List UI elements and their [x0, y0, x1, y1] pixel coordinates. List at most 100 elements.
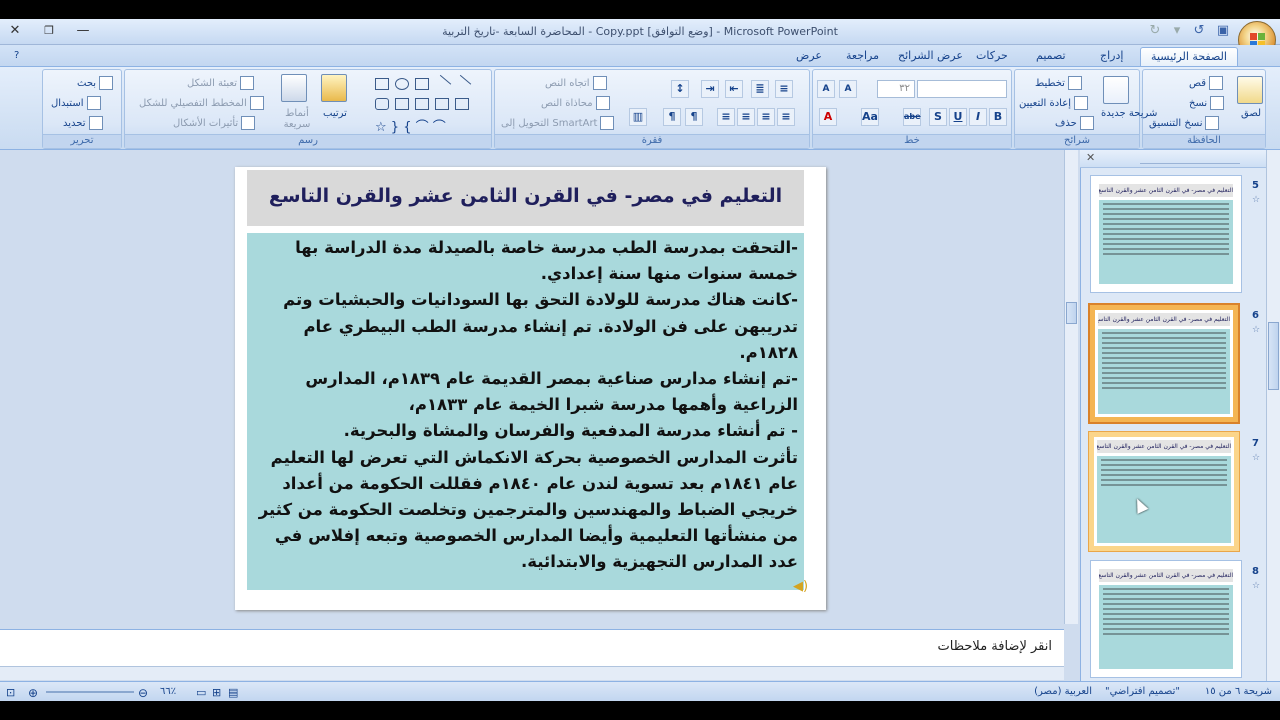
- change-case-icon[interactable]: Aa: [861, 108, 879, 126]
- normal-view-icon[interactable]: ▤: [228, 686, 238, 699]
- shape-arrow-icon[interactable]: [452, 74, 472, 94]
- tab-home[interactable]: الصفحة الرئيسية: [1140, 47, 1238, 67]
- align-right-icon[interactable]: ≡: [777, 108, 795, 126]
- panel-tab-outline[interactable]: [1140, 155, 1240, 164]
- scroll-thumb[interactable]: [1066, 302, 1077, 324]
- notes-pane[interactable]: انقر لإضافة ملاحظات: [0, 629, 1064, 666]
- shrink-font-icon[interactable]: A: [839, 80, 857, 98]
- fit-to-window-icon[interactable]: ⊡: [6, 686, 15, 699]
- copy-label: نسخ: [1189, 98, 1208, 109]
- paste-button[interactable]: لصق: [1241, 108, 1261, 119]
- align-text-button[interactable]: محاذاة النص: [541, 96, 610, 110]
- close-panel-icon[interactable]: ✕: [1086, 151, 1095, 164]
- italic-button[interactable]: I: [969, 108, 987, 126]
- tab-view[interactable]: عرض: [786, 47, 832, 67]
- cut-label: قص: [1189, 78, 1207, 89]
- select-button[interactable]: تحديد: [63, 116, 103, 130]
- copy-button[interactable]: نسخ: [1189, 96, 1225, 110]
- undo-more-icon[interactable]: ▾: [1166, 21, 1188, 41]
- convert-smartart-button[interactable]: التحويل إلى SmartArt: [501, 116, 615, 130]
- shape-effects-button[interactable]: تأثيرات الأشكال: [173, 116, 256, 130]
- numbering-icon[interactable]: ≣: [751, 80, 769, 98]
- arrange-icon[interactable]: [321, 74, 347, 102]
- slide-body-textbox[interactable]: -التحقت بمدرسة الطب مدرسة خاصة بالصيدلة …: [247, 233, 804, 590]
- slide-thumbnail-7[interactable]: التعليم في مصر- في القرن الثامن عشر والق…: [1088, 431, 1240, 552]
- thumbnail-number: 7: [1252, 438, 1259, 449]
- shape-line-icon[interactable]: [432, 74, 452, 94]
- find-label: بحث: [77, 78, 97, 89]
- bullets-icon[interactable]: ≡: [775, 80, 793, 98]
- align-left-icon[interactable]: ≡: [737, 108, 755, 126]
- shape-oval-icon[interactable]: [395, 78, 409, 90]
- columns-icon[interactable]: ▥: [629, 108, 647, 126]
- text-direction-button[interactable]: اتجاه النص: [545, 76, 607, 90]
- help-icon[interactable]: ?: [4, 47, 29, 67]
- tab-review[interactable]: مراجعة: [836, 47, 889, 67]
- bold-button[interactable]: B: [989, 108, 1007, 126]
- shape-down-arrow-icon[interactable]: [395, 98, 409, 110]
- new-slide-icon[interactable]: [1103, 76, 1129, 104]
- font-color-icon[interactable]: A: [819, 108, 837, 126]
- tab-design[interactable]: تصميم: [1026, 47, 1076, 67]
- slide-thumbnail-5[interactable]: التعليم في مصر- في القرن الثامن عشر والق…: [1090, 175, 1242, 293]
- zoom-slider[interactable]: [46, 691, 134, 693]
- language-indicator[interactable]: العربية (مصر): [1034, 686, 1092, 697]
- decrease-indent-icon[interactable]: ⇤: [725, 80, 743, 98]
- arrange-button[interactable]: ترتيب: [323, 108, 347, 119]
- delete-slide-button[interactable]: حذف: [1055, 116, 1094, 130]
- shadow-button[interactable]: S: [929, 108, 947, 126]
- slide-vertical-scrollbar[interactable]: [1064, 150, 1078, 624]
- justify-icon[interactable]: ≡: [717, 108, 735, 126]
- shape-outline-button[interactable]: المخطط التفصيلي للشكل: [139, 96, 264, 110]
- strikethrough-button[interactable]: abe: [903, 108, 921, 126]
- redo-icon[interactable]: ↻: [1144, 21, 1166, 41]
- shape-star-icon[interactable]: ☆ } { ⌒ ⌒: [375, 116, 446, 135]
- tab-animations[interactable]: حركات: [966, 47, 1018, 67]
- quick-styles-button[interactable]: أنماط سريعة: [277, 108, 317, 130]
- zoom-level[interactable]: ٦٦٪: [160, 686, 176, 697]
- shape-rounded-icon[interactable]: [375, 98, 389, 110]
- rtl-icon[interactable]: ¶: [685, 108, 703, 126]
- reset-button[interactable]: إعادة التعيين: [1019, 96, 1088, 110]
- slide-thumbnail-8[interactable]: التعليم في مصر- في القرن الثامن عشر والق…: [1090, 560, 1242, 678]
- shape-elbow-icon[interactable]: [435, 98, 449, 110]
- thumbnail-number: 8: [1252, 566, 1259, 577]
- slide-title[interactable]: التعليم في مصر- في القرن الثامن عشر والق…: [247, 170, 804, 259]
- save-icon[interactable]: ▣: [1212, 21, 1234, 41]
- shape-triangle-icon[interactable]: [455, 98, 469, 110]
- shape-fill-button[interactable]: تعبئة الشكل: [187, 76, 255, 90]
- zoom-in-icon[interactable]: ⊕: [28, 686, 38, 700]
- increase-indent-icon[interactable]: ⇥: [701, 80, 719, 98]
- slideshow-view-icon[interactable]: ▭: [196, 686, 206, 699]
- slide-thumbnail-6[interactable]: التعليم في مصر- في القرن الثامن عشر والق…: [1088, 303, 1240, 424]
- sound-icon[interactable]: ◀): [793, 579, 808, 594]
- font-name-dropdown[interactable]: [917, 80, 1007, 98]
- format-painter-button[interactable]: نسخ التنسيق: [1149, 116, 1220, 130]
- shape-connector-icon[interactable]: [415, 98, 429, 110]
- find-button[interactable]: بحث: [77, 76, 114, 90]
- pen-icon: [249, 96, 264, 110]
- shape-textbox-icon[interactable]: [415, 78, 429, 90]
- undo-icon[interactable]: ↺: [1188, 21, 1210, 41]
- replace-button[interactable]: استبدال: [51, 96, 101, 110]
- zoom-out-icon[interactable]: ⊖: [138, 686, 148, 700]
- slides-panel-scrollbar[interactable]: [1266, 150, 1280, 681]
- cut-button[interactable]: قص: [1189, 76, 1224, 90]
- ltr-icon[interactable]: ¶: [663, 108, 681, 126]
- underline-button[interactable]: U: [949, 108, 967, 126]
- sorter-view-icon[interactable]: ⊞: [212, 686, 221, 699]
- line-spacing-icon[interactable]: ↕: [671, 80, 689, 98]
- new-slide-button[interactable]: شريحة جديدة: [1101, 108, 1157, 120]
- align-center-icon[interactable]: ≡: [757, 108, 775, 126]
- tab-insert[interactable]: إدراج: [1090, 47, 1133, 67]
- paste-icon[interactable]: [1237, 76, 1263, 104]
- tab-slideshow[interactable]: عرض الشرائح: [888, 47, 973, 67]
- quick-styles-icon[interactable]: [281, 74, 307, 102]
- layout-button[interactable]: تخطيط: [1035, 76, 1082, 90]
- font-size-dropdown[interactable]: ٣٢: [877, 80, 915, 98]
- shape-rectangle-icon[interactable]: [375, 78, 389, 90]
- animation-star-icon: ☆: [1252, 453, 1261, 463]
- horizontal-scrollbar[interactable]: [0, 666, 1064, 680]
- grow-font-icon[interactable]: A: [817, 80, 835, 98]
- scroll-thumb[interactable]: [1268, 322, 1279, 390]
